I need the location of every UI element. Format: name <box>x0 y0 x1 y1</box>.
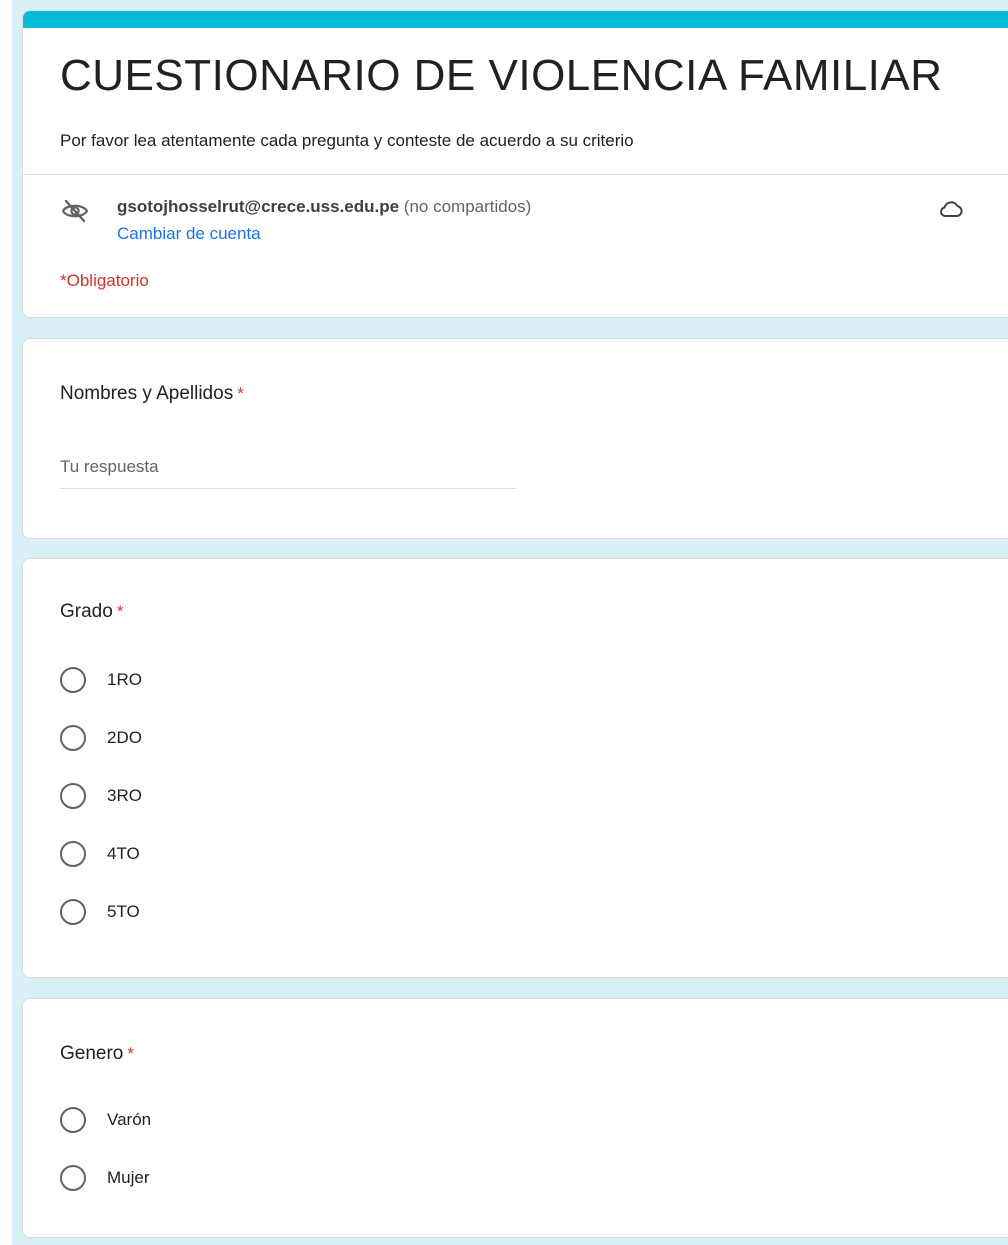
radio-button[interactable] <box>60 783 86 809</box>
theme-accent-bar <box>23 11 1008 28</box>
required-asterisk: * <box>116 602 124 621</box>
required-asterisk: * <box>127 1044 134 1063</box>
left-edge <box>0 0 12 1245</box>
question-title-text: Nombres y Apellidos <box>60 383 234 404</box>
grade-option-1ro[interactable]: 1RO <box>60 665 142 695</box>
option-label: 5TO <box>107 902 140 921</box>
option-label: Mujer <box>107 1168 150 1187</box>
form-header-card: CUESTIONARIO DE VIOLENCIA FAMILIAR Por f… <box>22 10 1008 318</box>
option-label: 1RO <box>107 670 142 689</box>
name-input[interactable] <box>60 451 516 489</box>
radio-button[interactable] <box>60 841 86 867</box>
account-sharing-note: (no compartidos) <box>403 197 532 216</box>
account-email: gsotojhosselrut@crece.uss.edu.pe <box>117 197 400 216</box>
grade-option-4to[interactable]: 4TO <box>60 839 140 869</box>
cloud-icon <box>940 201 963 217</box>
radio-button[interactable] <box>60 899 86 925</box>
form-title: CUESTIONARIO DE VIOLENCIA FAMILIAR <box>60 51 943 100</box>
radio-button[interactable] <box>60 1165 86 1191</box>
grade-option-3ro[interactable]: 3RO <box>60 781 142 811</box>
form-page: CUESTIONARIO DE VIOLENCIA FAMILIAR Por f… <box>0 0 1008 1245</box>
option-label: 3RO <box>107 786 142 805</box>
radio-button[interactable] <box>60 667 86 693</box>
option-label: 2DO <box>107 728 142 747</box>
required-note: *Obligatorio <box>60 271 149 290</box>
grade-option-5to[interactable]: 5TO <box>60 897 140 927</box>
form-description: Por favor lea atentamente cada pregunta … <box>60 131 634 150</box>
radio-button[interactable] <box>60 725 86 751</box>
switch-account-link[interactable]: Cambiar de cuenta <box>117 224 261 244</box>
account-info: gsotojhosselrut@crece.uss.edu.pe (no com… <box>117 197 531 217</box>
question-title: Nombres y Apellidos * <box>60 383 244 405</box>
question-card-name: Nombres y Apellidos * <box>22 338 1008 539</box>
required-asterisk: * <box>237 384 244 403</box>
radio-button[interactable] <box>60 1107 86 1133</box>
question-title-text: Grado <box>60 601 113 622</box>
question-card-gender: Genero * Varón Mujer <box>22 998 1008 1238</box>
question-card-grade: Grado * 1RO 2DO 3RO 4TO 5TO <box>22 558 1008 978</box>
option-label: 4TO <box>107 844 140 863</box>
question-title-text: Genero <box>60 1043 124 1064</box>
eye-off-icon <box>61 199 89 223</box>
gender-option-mujer[interactable]: Mujer <box>60 1163 150 1193</box>
header-divider <box>23 174 1008 175</box>
gender-option-varon[interactable]: Varón <box>60 1105 151 1135</box>
question-title: Genero * <box>60 1043 134 1065</box>
question-title: Grado * <box>60 601 123 623</box>
grade-option-2do[interactable]: 2DO <box>60 723 142 753</box>
option-label: Varón <box>107 1110 152 1129</box>
